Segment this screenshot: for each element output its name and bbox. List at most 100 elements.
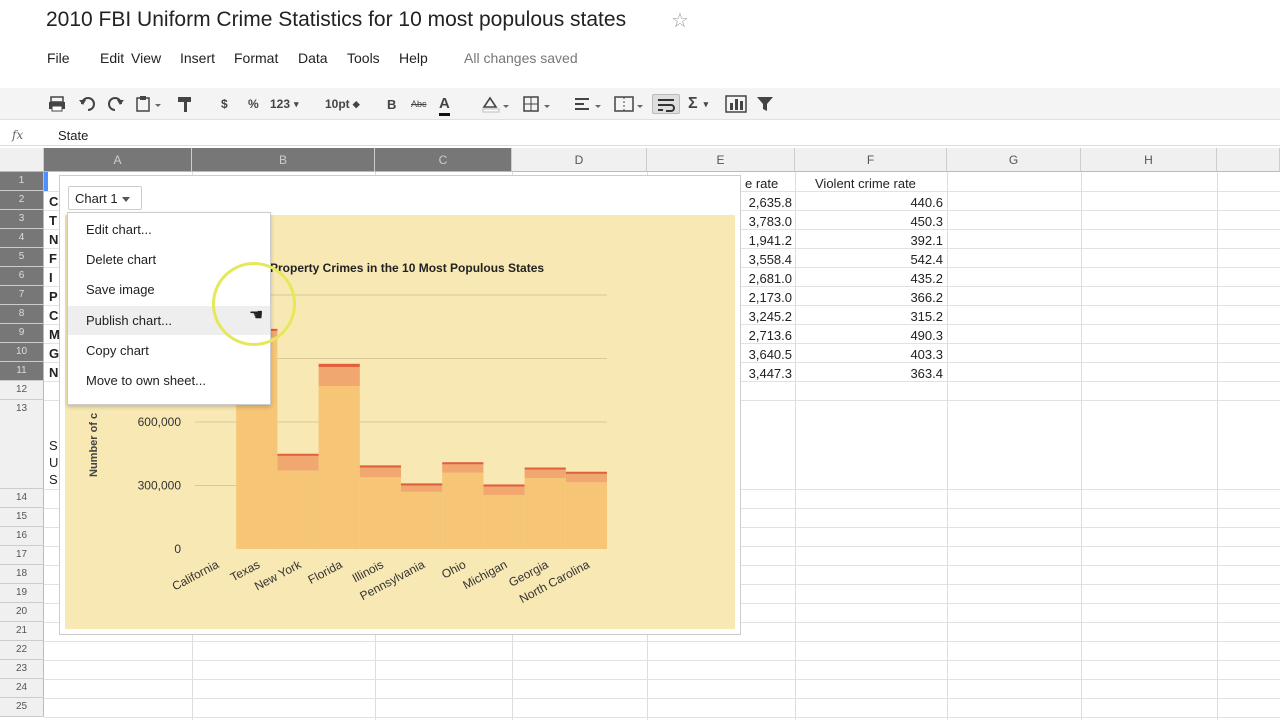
cell-a4[interactable]: N [49,232,58,247]
formula-input[interactable]: State [58,128,88,143]
row-header-25[interactable]: 25 [0,698,44,717]
cell-a11[interactable]: N [49,365,58,380]
wrap-text-icon[interactable] [652,94,680,114]
cell-a5[interactable]: F [49,251,57,266]
cell-f7[interactable]: 366.2 [880,290,943,305]
cell-f5[interactable]: 542.4 [880,252,943,267]
borders-icon[interactable] [522,94,554,114]
font-size-dropdown[interactable]: 10pt ◆ [325,94,360,114]
cell-e1[interactable]: e rate [745,176,778,191]
document-title[interactable]: 2010 FBI Uniform Crime Statistics for 10… [46,8,626,32]
cell-a13-line3[interactable]: S [49,472,58,487]
corner-cell[interactable] [0,148,44,172]
row-header-8[interactable]: 8 [0,305,44,324]
row-header-13[interactable]: 13 [0,400,44,489]
insert-chart-icon[interactable] [725,94,747,114]
undo-icon[interactable] [78,94,96,114]
row-header-15[interactable]: 15 [0,508,44,527]
menu-tools[interactable]: Tools [347,50,380,66]
star-icon[interactable]: ☆ [671,8,689,33]
row-header-24[interactable]: 24 [0,679,44,698]
column-header-e[interactable]: E [647,148,795,172]
cell-f9[interactable]: 490.3 [880,328,943,343]
cell-f4[interactable]: 392.1 [880,233,943,248]
menu-format[interactable]: Format [234,50,278,66]
cell-a10[interactable]: G [49,346,59,361]
row-header-17[interactable]: 17 [0,546,44,565]
row-header-10[interactable]: 10 [0,343,44,362]
functions-dropdown[interactable]: Σ ▾ [688,94,708,114]
fill-color-icon[interactable] [481,94,513,114]
row-header-7[interactable]: 7 [0,286,44,305]
menu-file[interactable]: File [47,50,70,66]
cell-e8[interactable]: 3,245.2 [740,309,792,324]
menu-item-edit-chart[interactable]: Edit chart... [68,215,270,244]
number-format-dropdown[interactable]: 123 ▾ [270,94,299,114]
column-header-g[interactable]: G [947,148,1081,172]
menu-help[interactable]: Help [399,50,428,66]
row-header-21[interactable]: 21 [0,622,44,641]
cell-a13-line2[interactable]: U [49,455,58,470]
row-header-3[interactable]: 3 [0,210,44,229]
row-header-12[interactable]: 12 [0,381,44,400]
row-header-9[interactable]: 9 [0,324,44,343]
cell-f8[interactable]: 315.2 [880,309,943,324]
row-header-4[interactable]: 4 [0,229,44,248]
cell-a7[interactable]: P [49,289,58,304]
cell-e6[interactable]: 2,681.0 [740,271,792,286]
cell-e10[interactable]: 3,640.5 [740,347,792,362]
menu-insert[interactable]: Insert [180,50,215,66]
redo-icon[interactable] [107,94,125,114]
row-header-1[interactable]: 1 [0,172,44,191]
cell-e2[interactable]: 2,635.8 [740,195,792,210]
bold-button[interactable]: B [387,94,396,114]
row-header-20[interactable]: 20 [0,603,44,622]
align-icon[interactable] [573,94,605,114]
cell-f6[interactable]: 435.2 [880,271,943,286]
row-header-22[interactable]: 22 [0,641,44,660]
currency-format-button[interactable]: $ [221,94,228,114]
cell-e11[interactable]: 3,447.3 [740,366,792,381]
text-color-button[interactable]: A [439,94,450,116]
menu-view[interactable]: View [131,50,161,66]
cell-a8[interactable]: C [49,308,58,323]
chart-menu-button[interactable]: Chart 1 [68,186,142,210]
menu-item-move-to-own-sheet[interactable]: Move to own sheet... [68,366,270,395]
column-header-i[interactable] [1217,148,1280,172]
cell-f10[interactable]: 403.3 [880,347,943,362]
filter-icon[interactable] [756,94,774,114]
row-header-6[interactable]: 6 [0,267,44,286]
menu-edit[interactable]: Edit [100,50,124,66]
column-header-d[interactable]: D [512,148,647,172]
row-header-18[interactable]: 18 [0,565,44,584]
cell-f11[interactable]: 363.4 [880,366,943,381]
cell-e9[interactable]: 2,713.6 [740,328,792,343]
percent-format-button[interactable]: % [248,94,259,114]
column-header-f[interactable]: F [795,148,947,172]
cell-f1[interactable]: Violent crime rate [815,176,916,191]
row-header-11[interactable]: 11 [0,362,44,381]
row-header-14[interactable]: 14 [0,489,44,508]
merge-cells-icon[interactable] [613,94,645,114]
column-header-h[interactable]: H [1081,148,1217,172]
row-header-23[interactable]: 23 [0,660,44,679]
cell-e5[interactable]: 3,558.4 [740,252,792,267]
row-header-19[interactable]: 19 [0,584,44,603]
cell-f3[interactable]: 450.3 [880,214,943,229]
column-header-c[interactable]: C [375,148,512,172]
row-header-5[interactable]: 5 [0,248,44,267]
menu-data[interactable]: Data [298,50,328,66]
cell-e3[interactable]: 3,783.0 [740,214,792,229]
cell-a13-line1[interactable]: S [49,438,58,453]
cell-e4[interactable]: 1,941.2 [740,233,792,248]
cell-e7[interactable]: 2,173.0 [740,290,792,305]
print-icon[interactable] [48,94,66,114]
row-header-16[interactable]: 16 [0,527,44,546]
column-header-a[interactable]: A [44,148,192,172]
row-header-2[interactable]: 2 [0,191,44,210]
cell-a2[interactable]: C [49,194,58,209]
strikethrough-button[interactable]: Abc [411,94,427,114]
paste-format-icon[interactable] [135,94,161,114]
cell-f2[interactable]: 440.6 [880,195,943,210]
column-header-b[interactable]: B [192,148,375,172]
